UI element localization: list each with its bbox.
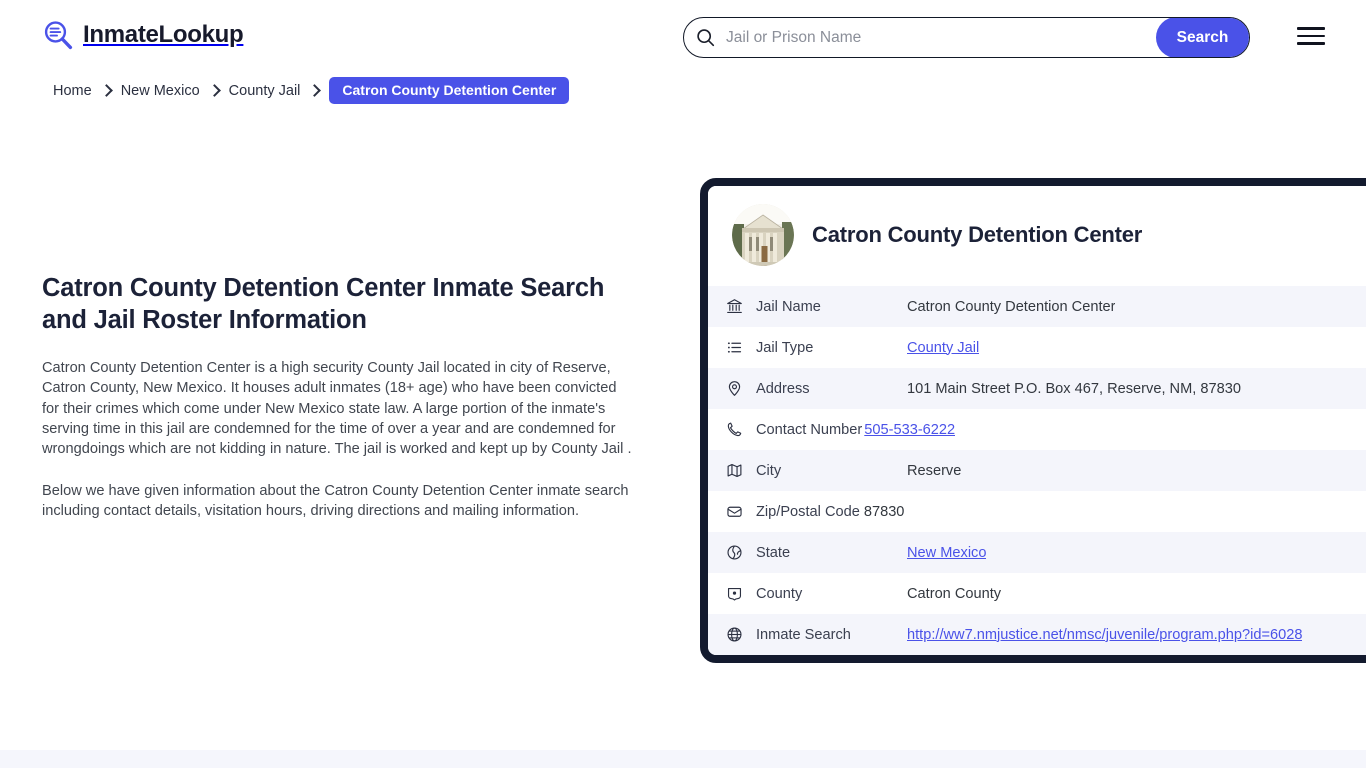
breadcrumb-current: Catron County Detention Center [329, 77, 569, 104]
search-icon [684, 18, 726, 57]
page-root: InmateLookup Search Home New Mexico Coun… [0, 0, 1366, 768]
brand-name: InmateLookup [83, 23, 243, 47]
map-pin-icon [726, 380, 756, 397]
breadcrumb-item-state[interactable]: New Mexico [121, 83, 200, 99]
row-value: Reserve [907, 463, 961, 479]
courthouse-photo [732, 204, 794, 266]
row-label-cell: Jail Name [756, 299, 907, 315]
globe-icon [726, 544, 756, 561]
row-label-cell: County [756, 586, 907, 602]
row-label: Zip/Postal Code [756, 504, 864, 520]
chevron-right-icon [208, 84, 221, 97]
table-row: State New Mexico [708, 532, 1366, 573]
breadcrumb: Home New Mexico County Jail Catron Count… [53, 77, 569, 104]
search-bar[interactable]: Search [683, 17, 1250, 58]
breadcrumb-item-jailtype[interactable]: County Jail [229, 83, 301, 99]
table-row: Zip/Postal Code 87830 [708, 491, 1366, 532]
card-title: Catron County Detention Center [812, 222, 1142, 248]
county-icon [726, 585, 756, 602]
row-value: 87830 [864, 504, 905, 520]
row-label: Address [756, 381, 820, 397]
map-icon [726, 462, 756, 479]
table-row: Address 101 Main Street P.O. Box 467, Re… [708, 368, 1366, 409]
row-label: Inmate Search [756, 627, 861, 643]
row-label: Jail Name [756, 299, 831, 315]
row-value: Catron County Detention Center [907, 299, 1115, 315]
row-label-cell: Inmate Search [756, 627, 907, 643]
footer-band [0, 750, 1366, 768]
facility-details-table: Jail Name Catron County Detention Center… [708, 286, 1366, 655]
table-row: Contact Number 505-533-6222 [708, 409, 1366, 450]
row-label: County [756, 586, 812, 602]
magnifier-list-icon [42, 19, 74, 51]
description-paragraph-2: Below we have given information about th… [42, 481, 634, 521]
table-row: Jail Type County Jail [708, 327, 1366, 368]
row-value: Catron County [907, 586, 1001, 602]
row-value-link[interactable]: New Mexico [907, 545, 986, 561]
row-label-cell: City [756, 463, 907, 479]
table-row: Inmate Search http://ww7.nmjustice.net/n… [708, 614, 1366, 655]
row-value: 101 Main Street P.O. Box 467, Reserve, N… [907, 381, 1241, 397]
row-value-link[interactable]: County Jail [907, 340, 979, 356]
card-header: Catron County Detention Center [708, 186, 1366, 286]
chevron-right-icon [100, 84, 113, 97]
row-label-cell: Zip/Postal Code [756, 504, 864, 520]
facility-info-card: Catron County Detention Center Jail Name… [700, 178, 1366, 663]
row-label: City [756, 463, 791, 479]
row-label: Contact Number [756, 422, 864, 438]
list-icon [726, 339, 756, 356]
description-paragraph-1: Catron County Detention Center is a high… [42, 358, 634, 459]
row-label-cell: Contact Number [756, 422, 864, 438]
hamburger-line [1297, 35, 1325, 38]
table-row: City Reserve [708, 450, 1366, 491]
search-input[interactable] [726, 18, 1157, 57]
row-label: State [756, 545, 800, 561]
row-value-link[interactable]: 505-533-6222 [864, 422, 955, 438]
row-label-cell: State [756, 545, 907, 561]
row-label: Jail Type [756, 340, 823, 356]
hamburger-line [1297, 42, 1325, 45]
mail-icon [726, 503, 756, 520]
row-label-cell: Jail Type [756, 340, 907, 356]
hamburger-menu-icon[interactable] [1297, 24, 1327, 48]
row-value-link[interactable]: http://ww7.nmjustice.net/nmsc/juvenile/p… [907, 627, 1302, 643]
web-icon [726, 626, 756, 643]
site-header: InmateLookup Search [0, 0, 1366, 74]
table-row: Jail Name Catron County Detention Center [708, 286, 1366, 327]
table-row: County Catron County [708, 573, 1366, 614]
site-logo[interactable]: InmateLookup [42, 19, 243, 51]
page-title: Catron County Detention Center Inmate Se… [42, 272, 618, 336]
chevron-right-icon [309, 84, 322, 97]
breadcrumb-item-home[interactable]: Home [53, 83, 92, 99]
hamburger-line [1297, 27, 1325, 30]
search-button[interactable]: Search [1156, 17, 1249, 58]
row-label-cell: Address [756, 381, 907, 397]
article-column: Catron County Detention Center Inmate Se… [42, 272, 642, 521]
phone-icon [726, 421, 756, 438]
bank-icon [726, 298, 756, 315]
